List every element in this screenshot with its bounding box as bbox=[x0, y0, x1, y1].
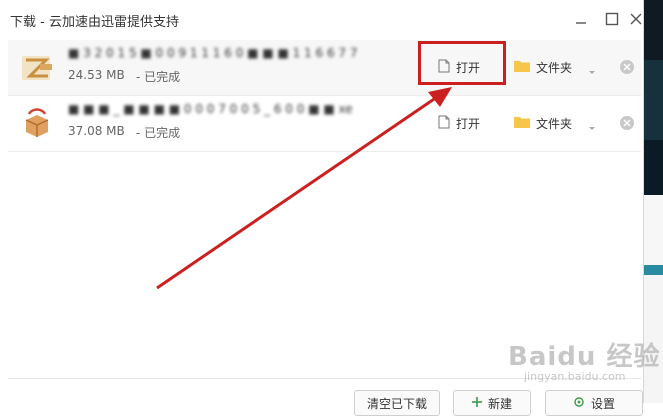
open-button[interactable]: 打开 bbox=[438, 113, 480, 133]
file-icon bbox=[20, 50, 54, 84]
open-label: 打开 bbox=[456, 116, 481, 131]
background-block bbox=[643, 0, 663, 60]
file-size: 24.53 MB bbox=[68, 68, 125, 82]
folder-button[interactable]: 文件夹 bbox=[514, 113, 572, 133]
window-title: 下载 - 云加速由迅雷提供支持 bbox=[10, 15, 179, 30]
chevron-down-icon[interactable] bbox=[588, 117, 596, 136]
chevron-down-icon[interactable] bbox=[588, 61, 596, 80]
folder-icon bbox=[514, 115, 530, 131]
highlight-box bbox=[418, 41, 506, 85]
background-block bbox=[643, 195, 663, 265]
download-row[interactable]: ■ 3 2 0 1 5 ■ 0 0 9 1 1 1 6 0 ■ ■ ■ 1 1 … bbox=[8, 40, 641, 96]
file-size: 37.08 MB bbox=[68, 124, 125, 138]
document-icon bbox=[438, 115, 450, 132]
background-block bbox=[643, 60, 663, 140]
folder-icon bbox=[514, 59, 530, 75]
minimize-icon[interactable] bbox=[572, 10, 590, 28]
new-download-label: 新建 bbox=[487, 396, 512, 411]
settings-label: 设置 bbox=[590, 396, 615, 411]
folder-label: 文件夹 bbox=[536, 60, 573, 75]
watermark-url: jingyan.baidu.com bbox=[524, 370, 626, 383]
download-list: ■ 3 2 0 1 5 ■ 0 0 9 1 1 1 6 0 ■ ■ ■ 1 1 … bbox=[8, 40, 641, 152]
titlebar: 下载 - 云加速由迅雷提供支持 bbox=[0, 0, 643, 38]
clear-downloads-button[interactable]: 清空已下载 bbox=[354, 390, 440, 416]
settings-button[interactable]: 设置 bbox=[545, 390, 643, 416]
maximize-icon[interactable] bbox=[603, 10, 621, 28]
folder-button[interactable]: 文件夹 bbox=[514, 57, 572, 77]
background-block bbox=[643, 140, 663, 195]
file-name: ■ 3 2 0 1 5 ■ 0 0 9 1 1 1 6 0 ■ ■ ■ 1 1 … bbox=[68, 46, 358, 60]
baidu-watermark: Baidu 经验 jingyan.baidu.com bbox=[500, 328, 659, 388]
watermark-text: Baidu 经验 bbox=[508, 342, 661, 372]
folder-label: 文件夹 bbox=[536, 116, 573, 131]
background-block bbox=[643, 265, 663, 275]
remove-icon[interactable] bbox=[620, 116, 634, 130]
close-icon[interactable] bbox=[627, 10, 645, 28]
clear-downloads-label: 清空已下载 bbox=[366, 396, 427, 411]
plus-icon bbox=[471, 396, 482, 410]
new-download-button[interactable]: 新建 bbox=[453, 390, 531, 416]
file-name: ■ ■ ■ _ ■ ■ ■ ■ 0 0 0 7 0 0 5 _ 6 0 0 ■ … bbox=[68, 102, 353, 116]
remove-icon[interactable] bbox=[620, 60, 634, 74]
download-row[interactable]: ■ ■ ■ _ ■ ■ ■ ■ 0 0 0 7 0 0 5 _ 6 0 0 ■ … bbox=[8, 96, 641, 152]
gear-icon bbox=[573, 396, 585, 411]
file-icon bbox=[20, 106, 54, 140]
file-status: - 已完成 bbox=[136, 126, 181, 140]
file-status: - 已完成 bbox=[136, 70, 181, 84]
